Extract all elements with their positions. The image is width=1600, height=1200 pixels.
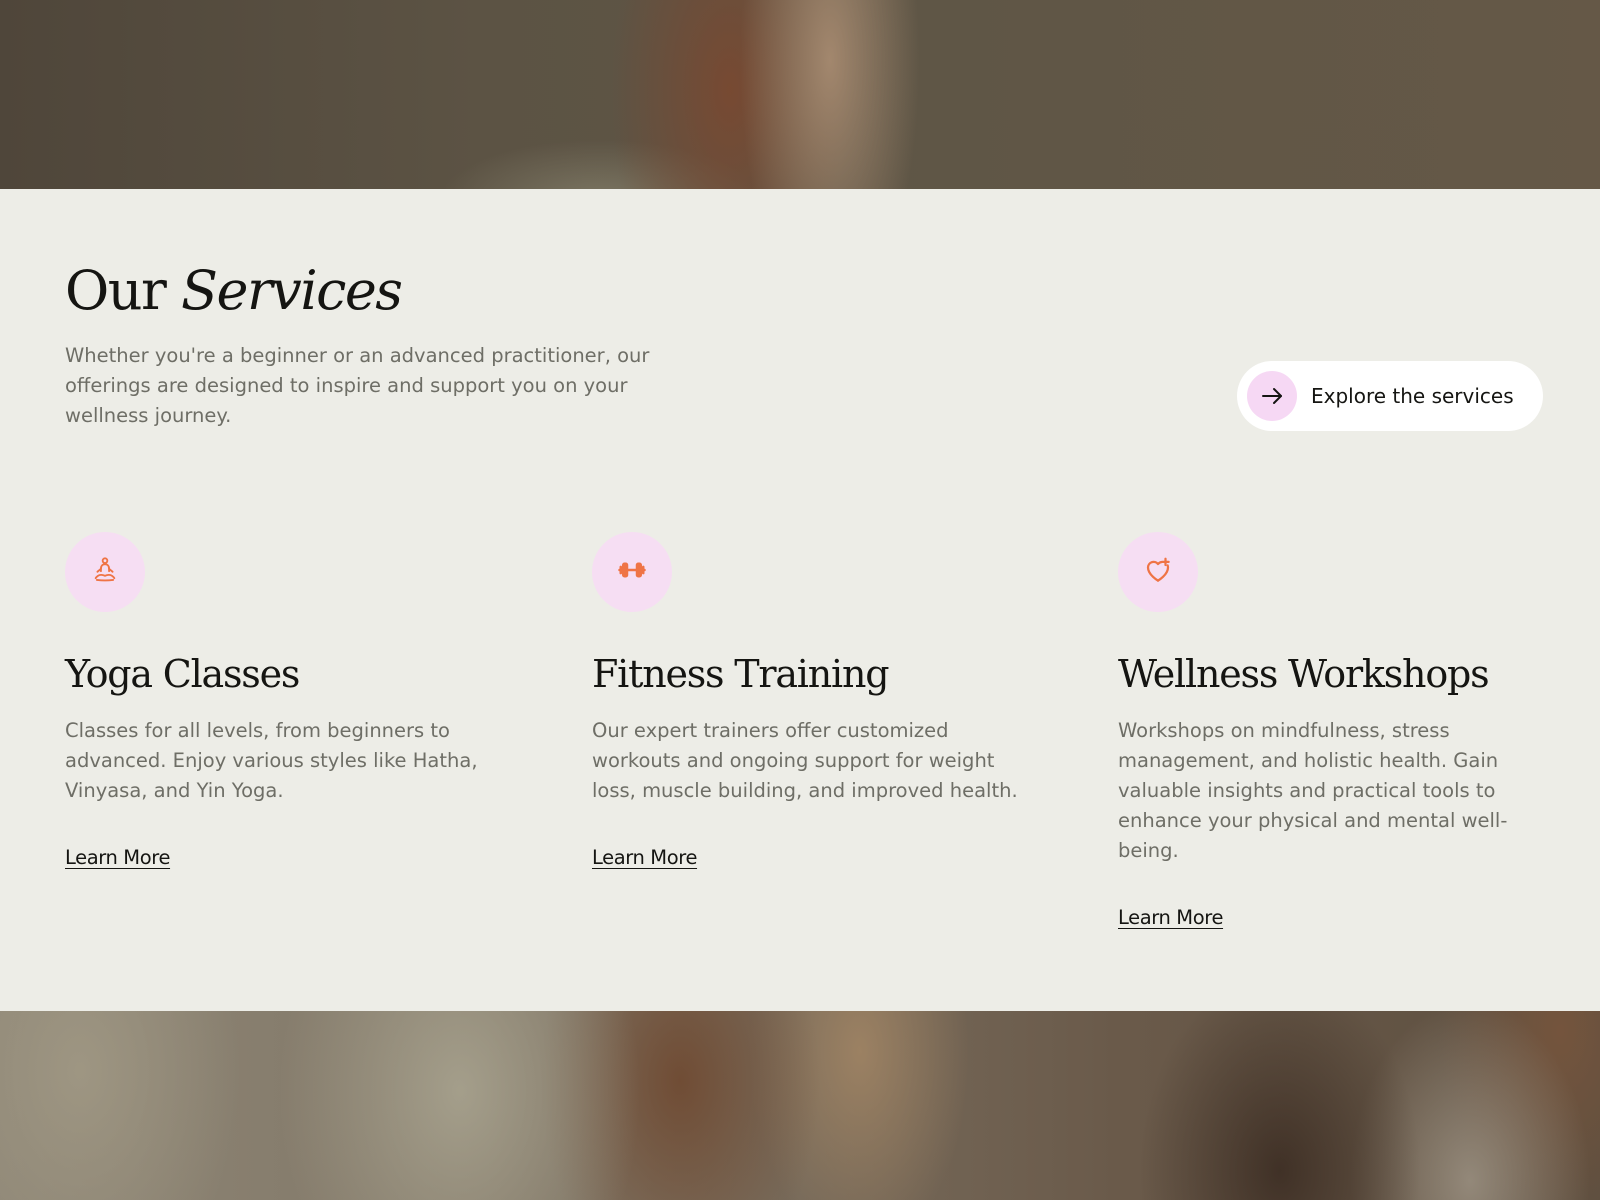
learn-more-link-fitness[interactable]: Learn More <box>592 846 697 869</box>
explore-services-button[interactable]: Explore the services <box>1237 361 1543 431</box>
icon-bubble <box>592 532 672 612</box>
service-card-yoga: Yoga Classes Classes for all levels, fro… <box>65 532 505 869</box>
service-card-wellness: Wellness Workshops Workshops on mindfuln… <box>1118 532 1558 929</box>
card-description: Our expert trainers offer customized wor… <box>592 718 1018 802</box>
top-background-photo <box>0 0 1600 189</box>
icon-bubble <box>65 532 145 612</box>
learn-more-link-yoga[interactable]: Learn More <box>65 846 170 869</box>
card-title: Wellness Workshops <box>1118 652 1490 696</box>
heading-italic: Services <box>181 259 403 322</box>
arrow-right-icon <box>1247 371 1297 421</box>
services-section: Our Services Whether you're a beginner o… <box>0 189 1600 1011</box>
card-title: Yoga Classes <box>65 652 300 696</box>
learn-more-link-wellness[interactable]: Learn More <box>1118 906 1223 929</box>
heart-plus-icon <box>1143 555 1173 589</box>
section-intro: Whether you're a beginner or an advanced… <box>65 344 650 427</box>
dumbbell-icon <box>617 555 647 589</box>
section-heading: Our Services <box>65 259 403 322</box>
meditation-icon <box>91 556 119 588</box>
icon-bubble <box>1118 532 1198 612</box>
card-description: Workshops on mindfulness, stress managem… <box>1118 718 1508 862</box>
card-title: Fitness Training <box>592 652 890 696</box>
card-description: Classes for all levels, from beginners t… <box>65 718 478 802</box>
service-card-fitness: Fitness Training Our expert trainers off… <box>592 532 1032 869</box>
bottom-background-photo <box>0 1011 1600 1200</box>
explore-services-label: Explore the services <box>1311 384 1514 408</box>
heading-regular: Our <box>65 259 167 322</box>
